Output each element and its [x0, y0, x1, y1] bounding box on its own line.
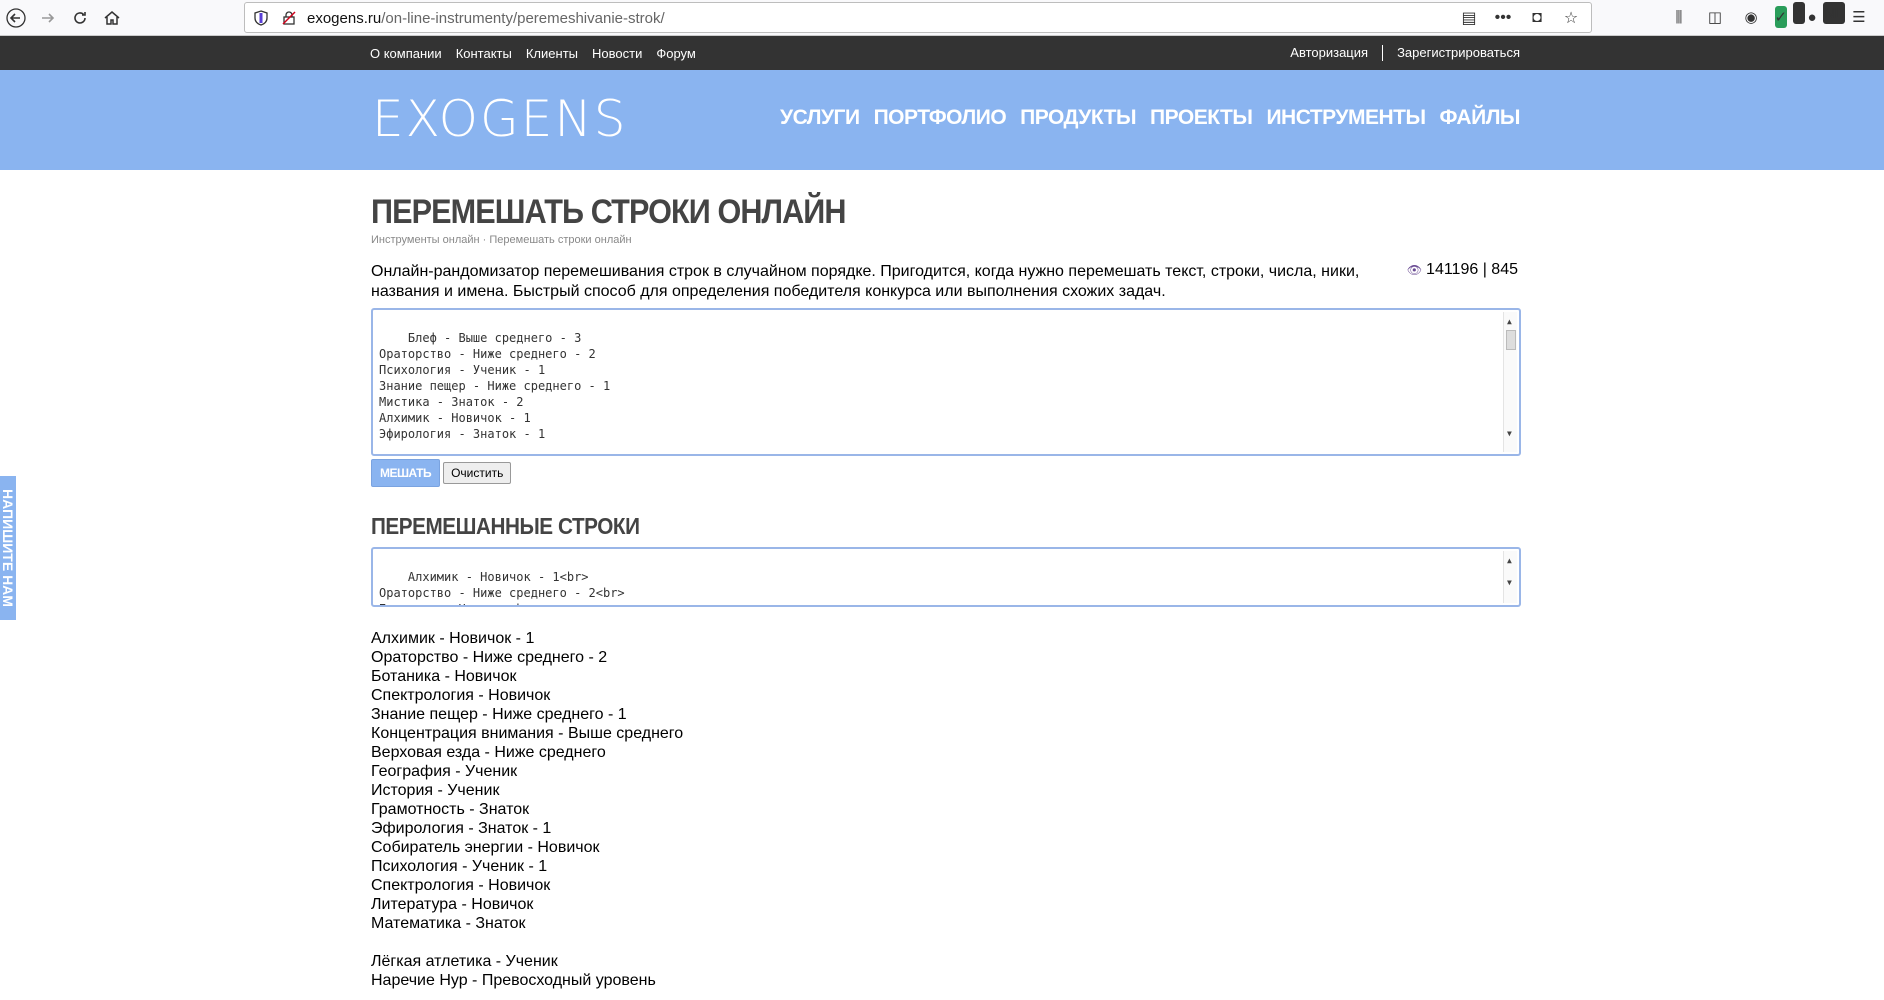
insecure-lock-icon — [282, 11, 296, 25]
menu-projects[interactable]: ПРОЕКТЫ — [1150, 106, 1253, 130]
reader-view-icon[interactable]: ▤ — [1459, 8, 1479, 28]
nav-link-forum[interactable]: Форум — [656, 46, 696, 61]
breadcrumb-separator: · — [479, 234, 490, 246]
reload-icon — [74, 12, 86, 24]
result-list: Алхимик - Новичок - 1 Ораторство - Ниже … — [371, 629, 1521, 990]
result-title: ПЕРЕМЕШАННЫЕ СТРОКИ — [371, 513, 640, 539]
input-textarea[interactable]: Блеф - Выше среднего - 3 Ораторство - Ни… — [371, 308, 1521, 456]
output-scrollbar[interactable]: ▲ ▼ — [1503, 551, 1517, 603]
forward-button[interactable] — [34, 4, 62, 32]
home-button[interactable] — [98, 4, 126, 32]
list-item: Литература - Новичок — [371, 896, 534, 913]
eye-icon: 👁 — [1406, 263, 1423, 277]
url-text: exogens.ru/on-line-instrumenty/peremeshi… — [307, 10, 665, 27]
list-item: Ораторство - Ниже среднего - 2 — [371, 649, 608, 666]
bookmark-star-icon[interactable]: ☆ — [1561, 8, 1581, 28]
list-item: Знание пещер - Ниже среднего - 1 — [371, 706, 627, 723]
intro-text: Онлайн-рандомизатор перемешивания строк … — [371, 263, 1360, 300]
account-icon[interactable]: ◉ — [1740, 6, 1762, 28]
nav-link-clients[interactable]: Клиенты — [526, 46, 578, 61]
list-item: Концентрация внимания - Выше среднего — [371, 725, 684, 742]
site-logo[interactable]: EXOGENS — [372, 90, 627, 148]
feedback-tab[interactable]: НАПИШИТЕ НАМ — [0, 476, 16, 620]
list-item: Собиратель энергии - Новичок — [371, 839, 600, 856]
nav-link-news[interactable]: Новости — [592, 46, 642, 61]
list-item: Ботаника - Новичок — [371, 668, 517, 685]
view-counter: 👁 141196 | 845 — [1407, 260, 1518, 280]
arrow-left-icon — [6, 8, 26, 28]
list-item: Грамотность - Знаток — [371, 801, 530, 818]
main-content: ПЕРЕМЕШАТЬ СТРОКИ ОНЛАЙН Инструменты онл… — [371, 170, 1521, 990]
nav-link-contacts[interactable]: Контакты — [456, 46, 512, 61]
back-button[interactable] — [2, 4, 30, 32]
sidebar-icon[interactable]: ◫ — [1704, 6, 1726, 28]
menu-portfolio[interactable]: ПОРТФОЛИО — [874, 106, 1007, 130]
browser-toolbar: exogens.ru/on-line-instrumenty/peremeshi… — [0, 0, 1884, 36]
scroll-down-icon[interactable]: ▼ — [1507, 575, 1512, 591]
mix-button[interactable]: МЕШАТЬ — [371, 459, 441, 487]
home-icon — [104, 11, 120, 25]
input-text: Блеф - Выше среднего - 3 Ораторство - Ни… — [379, 331, 611, 441]
output-textarea[interactable]: Алхимик - Новичок - 1<br> Ораторство - Н… — [371, 547, 1521, 607]
output-text: Алхимик - Новичок - 1<br> Ораторство - Н… — [379, 570, 625, 605]
list-item: Верховая езда - Ниже среднего — [371, 744, 606, 761]
list-item: Алхимик - Новичок - 1 — [371, 630, 535, 647]
menu-tools[interactable]: ИНСТРУМЕНТЫ — [1266, 106, 1426, 130]
scroll-up-icon[interactable]: ▲ — [1507, 553, 1512, 569]
register-link[interactable]: Зарегистрироваться — [1397, 45, 1520, 61]
view-count: 141196 | 845 — [1426, 261, 1518, 278]
shield-icon — [254, 10, 268, 26]
scroll-up-icon[interactable]: ▲ — [1507, 314, 1512, 330]
pocket-icon[interactable]: ◘ — [1527, 8, 1547, 28]
list-item: Спектрология - Новичок — [371, 687, 551, 704]
address-bar[interactable]: exogens.ru/on-line-instrumenty/peremeshi… — [244, 2, 1592, 33]
breadcrumb-parent[interactable]: Инструменты онлайн — [371, 234, 480, 246]
list-gap — [371, 933, 1521, 952]
auth-separator — [1382, 45, 1384, 61]
main-menu: УСЛУГИ ПОРТФОЛИО ПРОДУКТЫ ПРОЕКТЫ ИНСТРУ… — [780, 106, 1520, 130]
library-icon[interactable]: ⫼ — [1668, 6, 1690, 28]
page-title: ПЕРЕМЕШАТЬ СТРОКИ ОНЛАЙН — [371, 193, 847, 231]
top-nav: О компании Контакты Клиенты Новости Фору… — [0, 36, 1884, 70]
extension-profile-icon[interactable]: ● NL — [1807, 2, 1845, 28]
scroll-thumb[interactable] — [1506, 330, 1516, 350]
login-link[interactable]: Авторизация — [1290, 45, 1368, 61]
list-item: Лёгкая атлетика - Ученик — [371, 953, 558, 970]
extension-shield-icon[interactable]: ✓ 4 — [1774, 2, 1806, 28]
breadcrumb-current: Перемешать строки онлайн — [489, 234, 632, 246]
list-item: Эфирология - Знаток - 1 — [371, 820, 552, 837]
menu-products[interactable]: ПРОДУКТЫ — [1020, 106, 1136, 130]
list-item: Математика - Знаток — [371, 915, 526, 932]
reload-button[interactable] — [66, 4, 94, 32]
menu-files[interactable]: ФАЙЛЫ — [1440, 106, 1521, 130]
menu-services[interactable]: УСЛУГИ — [780, 106, 860, 130]
list-item: Психология - Ученик - 1 — [371, 858, 548, 875]
menu-icon[interactable]: ☰ — [1848, 6, 1870, 28]
list-item: Наречие Нур - Превосходный уровень — [371, 972, 656, 989]
list-item: География - Ученик — [371, 763, 518, 780]
breadcrumb: Инструменты онлайн · Перемешать строки о… — [371, 234, 1521, 246]
scroll-down-icon[interactable]: ▼ — [1507, 426, 1512, 442]
site-header: EXOGENS УСЛУГИ ПОРТФОЛИО ПРОДУКТЫ ПРОЕКТ… — [0, 70, 1884, 170]
list-item: История - Ученик — [371, 782, 500, 799]
arrow-right-icon — [42, 13, 55, 23]
more-icon[interactable]: ••• — [1493, 8, 1513, 28]
nav-link-about[interactable]: О компании — [370, 46, 442, 61]
input-scrollbar[interactable]: ▲ ▼ — [1503, 312, 1517, 452]
clear-button[interactable]: Очистить — [443, 462, 512, 484]
list-item: Спектрология - Новичок — [371, 877, 551, 894]
